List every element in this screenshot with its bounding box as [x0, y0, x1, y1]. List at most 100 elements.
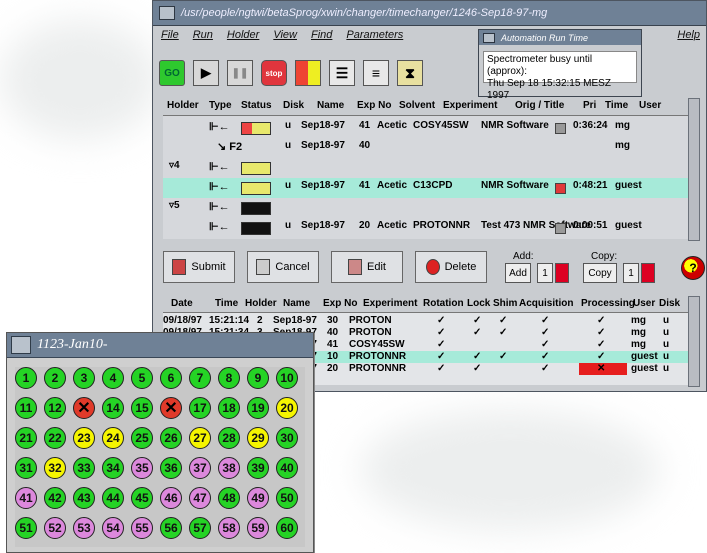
- submit-button[interactable]: Submit: [163, 251, 235, 283]
- queue-row[interactable]: ▿4 ⊩←: [163, 158, 693, 178]
- sample-position[interactable]: 23: [73, 427, 95, 449]
- col-title[interactable]: Orig / Title: [515, 100, 564, 111]
- sample-position[interactable]: 32: [44, 457, 66, 479]
- menu-parameters[interactable]: Parameters: [346, 29, 403, 49]
- col-disk[interactable]: Disk: [659, 298, 680, 309]
- priority-checkbox[interactable]: [555, 123, 566, 134]
- window-menu-icon[interactable]: [159, 6, 175, 20]
- queue-row[interactable]: ↘ F2 u Sep18-97 40 mg: [163, 138, 693, 158]
- sample-position[interactable]: 51: [15, 517, 37, 539]
- sample-position[interactable]: 38: [218, 457, 240, 479]
- sample-position[interactable]: 29: [247, 427, 269, 449]
- col-processing[interactable]: Processing: [581, 298, 635, 309]
- sample-position[interactable]: 10: [276, 367, 298, 389]
- add-count[interactable]: 1: [537, 263, 553, 283]
- sample-position[interactable]: 5: [131, 367, 153, 389]
- sample-position[interactable]: 46: [160, 487, 182, 509]
- sample-position[interactable]: 28: [218, 427, 240, 449]
- col-solvent[interactable]: Solvent: [399, 100, 435, 111]
- sample-position[interactable]: 43: [73, 487, 95, 509]
- sample-position[interactable]: 60: [276, 517, 298, 539]
- col-expno[interactable]: Exp No: [323, 298, 357, 309]
- sample-position[interactable]: 45: [131, 487, 153, 509]
- menu-holder[interactable]: Holder: [227, 29, 259, 49]
- col-user[interactable]: User: [633, 298, 655, 309]
- col-acquisition[interactable]: Acquisition: [519, 298, 573, 309]
- sample-position[interactable]: 52: [44, 517, 66, 539]
- window-menu-icon[interactable]: [11, 336, 31, 354]
- sample-position[interactable]: 18: [218, 397, 240, 419]
- col-user[interactable]: User: [639, 100, 661, 111]
- col-disk[interactable]: Disk: [283, 100, 304, 111]
- sample-position[interactable]: 20: [276, 397, 298, 419]
- col-lock[interactable]: Lock: [467, 298, 490, 309]
- col-type[interactable]: Type: [209, 100, 232, 111]
- cancel-button[interactable]: Cancel: [247, 251, 319, 283]
- sample-position[interactable]: 56: [160, 517, 182, 539]
- menu-run[interactable]: Run: [193, 29, 213, 49]
- sample-position[interactable]: 27: [189, 427, 211, 449]
- col-rotation[interactable]: Rotation: [423, 298, 464, 309]
- stop-button[interactable]: stop: [261, 60, 287, 86]
- add-button[interactable]: Add: [505, 263, 531, 283]
- queue-row[interactable]: ⊩← u Sep18-97 41 Acetic COSY45SW NMR Software 0…: [163, 118, 693, 138]
- sample-position[interactable]: 59: [247, 517, 269, 539]
- sample-position[interactable]: 21: [15, 427, 37, 449]
- menu-view[interactable]: View: [273, 29, 297, 49]
- delete-button[interactable]: Delete: [415, 251, 487, 283]
- sample-position[interactable]: 17: [189, 397, 211, 419]
- sample-position[interactable]: 36: [160, 457, 182, 479]
- sample-position[interactable]: 33: [73, 457, 95, 479]
- sample-position[interactable]: ✕: [73, 397, 95, 419]
- queue-row[interactable]: ⊩← u Sep18-97 20 Acetic PROTONNR Test 473 NMR …: [163, 218, 693, 238]
- col-pri[interactable]: Pri: [583, 100, 596, 111]
- window-menu-icon[interactable]: [483, 32, 495, 43]
- grid-icon[interactable]: [295, 60, 321, 86]
- sample-position[interactable]: 9: [247, 367, 269, 389]
- sample-position[interactable]: 41: [15, 487, 37, 509]
- help-icon[interactable]: ?: [681, 256, 705, 280]
- sample-position[interactable]: 1: [15, 367, 37, 389]
- col-expno[interactable]: Exp No: [357, 100, 391, 111]
- sample-position[interactable]: 26: [160, 427, 182, 449]
- hourglass-icon[interactable]: ⧗: [397, 60, 423, 86]
- col-holder[interactable]: Holder: [167, 100, 199, 111]
- menu-find[interactable]: Find: [311, 29, 332, 49]
- go-button[interactable]: GO: [159, 60, 185, 86]
- sample-position[interactable]: 34: [102, 457, 124, 479]
- queue-scrollbar[interactable]: [688, 98, 700, 241]
- list-icon[interactable]: ☰: [329, 60, 355, 86]
- sample-position[interactable]: 55: [131, 517, 153, 539]
- sample-position[interactable]: 4: [102, 367, 124, 389]
- log-row[interactable]: 09/18/97 15:21:14 2 Sep18-97 30 PROTON ✓ ✓ ✓ ✓ ✓ mg…: [163, 315, 693, 327]
- sample-position[interactable]: 24: [102, 427, 124, 449]
- sample-position[interactable]: 12: [44, 397, 66, 419]
- sample-position[interactable]: 35: [131, 457, 153, 479]
- col-holder[interactable]: Holder: [245, 298, 277, 309]
- priority-checkbox[interactable]: [555, 183, 566, 194]
- sample-position[interactable]: 11: [15, 397, 37, 419]
- pause-icon[interactable]: ❚❚: [227, 60, 253, 86]
- menu-help[interactable]: Help: [677, 29, 700, 41]
- sample-position[interactable]: 31: [15, 457, 37, 479]
- sample-position[interactable]: 2: [44, 367, 66, 389]
- edit-button[interactable]: Edit: [331, 251, 403, 283]
- copy-count[interactable]: 1: [623, 263, 639, 283]
- sample-position[interactable]: 15: [131, 397, 153, 419]
- sample-position[interactable]: 47: [189, 487, 211, 509]
- sample-position[interactable]: 54: [102, 517, 124, 539]
- sample-position[interactable]: 37: [189, 457, 211, 479]
- col-experiment[interactable]: Experiment: [443, 100, 497, 111]
- col-experiment[interactable]: Experiment: [363, 298, 417, 309]
- sample-position[interactable]: ✕: [160, 397, 182, 419]
- sample-position[interactable]: 40: [276, 457, 298, 479]
- play-icon[interactable]: ▶: [193, 60, 219, 86]
- queue-row[interactable]: ▿5 ⊩←: [163, 198, 693, 218]
- log-scrollbar[interactable]: [688, 296, 700, 387]
- sample-position[interactable]: 58: [218, 517, 240, 539]
- menu-file[interactable]: File: [161, 29, 179, 49]
- copy-stepper[interactable]: [641, 263, 655, 283]
- sample-position[interactable]: 25: [131, 427, 153, 449]
- sample-position[interactable]: 53: [73, 517, 95, 539]
- sample-position[interactable]: 48: [218, 487, 240, 509]
